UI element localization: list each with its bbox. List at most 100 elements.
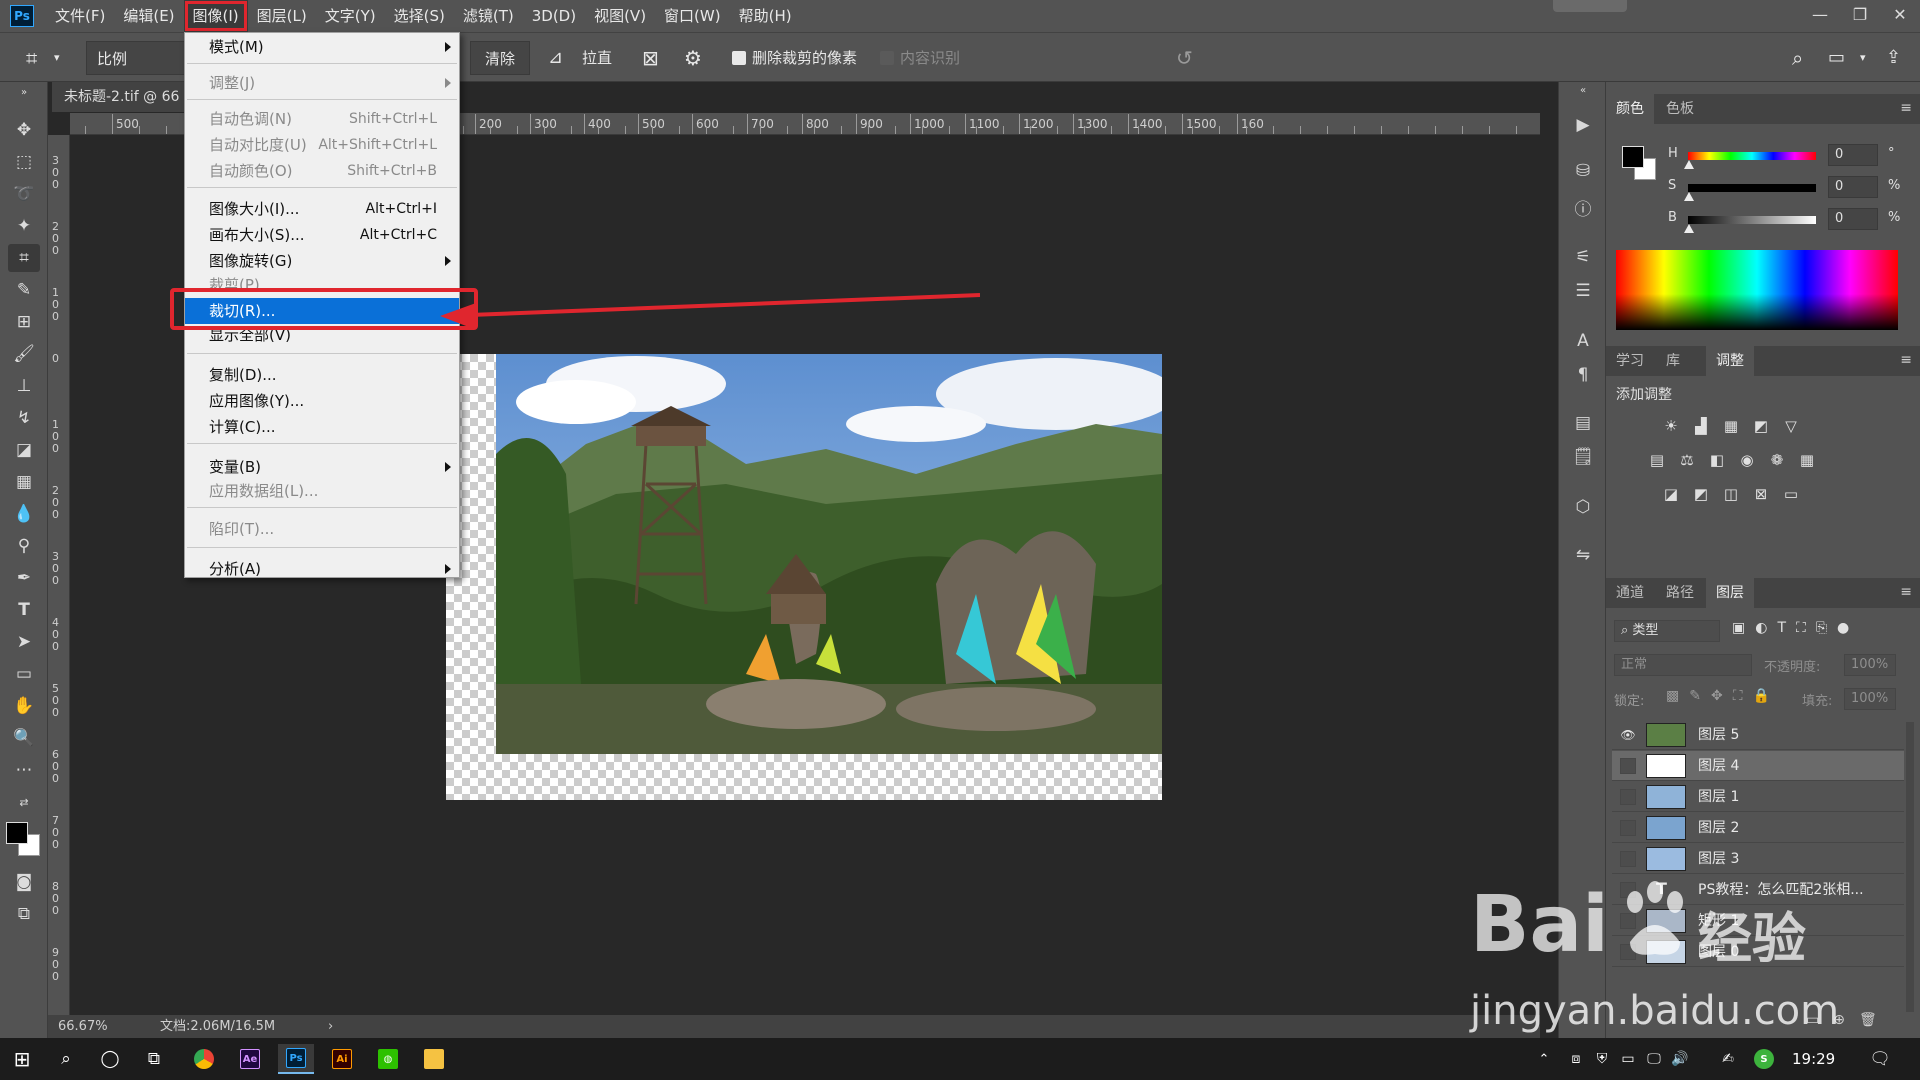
overlay-grid-icon[interactable]: ⊠ <box>642 41 659 75</box>
foreground-color-swatch[interactable] <box>1622 146 1644 168</box>
brush-settings-icon[interactable]: ⚟ <box>1569 244 1597 270</box>
clock[interactable]: 19:29 <box>1792 1038 1835 1080</box>
clear-button[interactable]: 清除 <box>470 41 530 75</box>
volume-icon[interactable]: 🔊 <box>1662 1044 1698 1074</box>
paragraph-icon[interactable]: ¶ <box>1569 362 1597 388</box>
layer-filter-select[interactable]: ⌕ 类型 <box>1614 620 1720 642</box>
exposure-icon[interactable]: ◩ <box>1750 416 1772 436</box>
slider-knob-icon[interactable] <box>1684 160 1694 169</box>
dodge-tool-icon[interactable]: ⚲ <box>8 532 40 560</box>
restore-icon[interactable]: ❐ <box>1840 0 1880 28</box>
menu-item[interactable]: 文件(F) <box>46 0 114 32</box>
visibility-eye-icon[interactable] <box>1620 913 1636 929</box>
saturation-input[interactable]: 0 <box>1828 176 1878 198</box>
color-balance-icon[interactable]: ⚖ <box>1676 450 1698 470</box>
photoshop-logo[interactable]: Ps <box>10 5 34 27</box>
black-white-icon[interactable]: ◧ <box>1706 450 1728 470</box>
eraser-icon[interactable]: ◪ <box>8 436 40 464</box>
workspace-icon[interactable]: ▭ <box>1828 41 1845 75</box>
saturation-slider[interactable]: S 0 % <box>1668 176 1908 201</box>
gradient-tool-icon[interactable]: ▦ <box>8 468 40 496</box>
tab-learn[interactable]: 学习 <box>1606 346 1654 376</box>
shape-filter-icon[interactable]: ⛶ <box>1796 620 1806 636</box>
image-menu-item[interactable]: 复制(D)... <box>185 363 459 387</box>
gradient-map-icon[interactable]: ▭ <box>1780 484 1802 504</box>
tab-paths[interactable]: 路径 <box>1656 578 1704 608</box>
pen-tool-icon[interactable]: ✒ <box>8 564 40 592</box>
filter-toggle-icon[interactable]: ● <box>1837 620 1849 636</box>
landscape-photo-layer[interactable] <box>496 354 1162 754</box>
delete-cropped-checkbox[interactable]: 删除裁剪的像素 <box>732 41 857 75</box>
posterize-icon[interactable]: ◩ <box>1690 484 1712 504</box>
lock-position-icon[interactable]: ✥ <box>1711 688 1723 704</box>
chevron-down-icon[interactable]: ▾ <box>54 41 60 75</box>
image-menu-item[interactable]: 图像旋转(G) <box>185 249 459 273</box>
status-arrow-icon[interactable]: › <box>328 1015 333 1038</box>
visibility-eye-icon[interactable]: 👁 <box>1620 727 1636 743</box>
invert-icon[interactable]: ◪ <box>1660 484 1682 504</box>
properties-icon[interactable]: ☰ <box>1569 278 1597 304</box>
brightness-input[interactable]: 0 <box>1828 208 1878 230</box>
hue-input[interactable]: 0 <box>1828 144 1878 166</box>
frame-tool-icon[interactable]: ⊞ <box>8 308 40 336</box>
color-spectrum[interactable] <box>1616 250 1898 330</box>
layer-row[interactable]: 图层 2 <box>1612 813 1904 843</box>
panel-menu-icon[interactable]: ≡ <box>1900 584 1912 600</box>
layer-row[interactable]: 图层 1 <box>1612 782 1904 812</box>
close-icon[interactable]: ✕ <box>1880 0 1920 28</box>
menu-item[interactable]: 帮助(H) <box>730 0 801 32</box>
levels-icon[interactable]: ▟ <box>1690 416 1712 436</box>
gear-icon[interactable]: ⚙ <box>684 41 702 75</box>
ratio-select[interactable]: 比例 <box>86 41 186 75</box>
play-icon[interactable]: ▶ <box>1569 112 1597 138</box>
marquee-tool-icon[interactable]: ⬚ <box>8 148 40 176</box>
straighten-icon[interactable]: ⊿ <box>548 41 563 75</box>
visibility-eye-icon[interactable] <box>1620 820 1636 836</box>
slider-knob-icon[interactable] <box>1684 224 1694 233</box>
panel-menu-icon[interactable]: ≡ <box>1900 100 1912 116</box>
lock-artboard-icon[interactable]: ⛶ <box>1733 688 1743 704</box>
zoom-tool-icon[interactable]: 🔍 <box>8 724 40 752</box>
image-menu-item[interactable]: 分析(A) <box>185 557 459 581</box>
share-icon[interactable]: ⇪ <box>1886 41 1901 75</box>
menu-item[interactable]: 3D(D) <box>523 0 585 32</box>
path-select-icon[interactable]: ➤ <box>8 628 40 656</box>
slider-knob-icon[interactable] <box>1684 192 1694 201</box>
visibility-eye-icon[interactable] <box>1620 851 1636 867</box>
visibility-eye-icon[interactable] <box>1620 882 1636 898</box>
rectangle-tool-icon[interactable]: ▭ <box>8 660 40 688</box>
lock-all-icon[interactable]: 🔒 <box>1753 688 1770 704</box>
menu-item[interactable]: 图层(L) <box>248 0 316 32</box>
brush-tool-icon[interactable]: 🖌 <box>8 340 40 368</box>
magic-wand-icon[interactable]: ✦ <box>8 212 40 240</box>
channel-mixer-icon[interactable]: ❁ <box>1766 450 1788 470</box>
layer-row[interactable]: 👁 图层 5 <box>1612 720 1904 750</box>
delete-icon[interactable]: 🗑 <box>1859 1012 1877 1028</box>
illustrator-icon[interactable]: Ai <box>324 1044 360 1074</box>
collapse-icon[interactable]: » <box>8 86 40 98</box>
character-icon[interactable]: A <box>1569 328 1597 354</box>
quick-mask-icon[interactable]: ◙ <box>8 868 40 896</box>
task-view-icon[interactable]: ⧉ <box>136 1044 172 1074</box>
menu-item[interactable]: 选择(S) <box>385 0 454 32</box>
layers-scrollbar[interactable] <box>1906 722 1914 1012</box>
hand-tool-icon[interactable]: ✋ <box>8 692 40 720</box>
adjustment-filter-icon[interactable]: ◐ <box>1755 620 1767 636</box>
swap-colors-icon[interactable]: ⇄ <box>8 794 40 810</box>
lock-pixels-icon[interactable]: ✎ <box>1689 688 1701 704</box>
zoom-level[interactable]: 66.67% <box>58 1015 108 1038</box>
history-brush-icon[interactable]: ↯ <box>8 404 40 432</box>
move-tool-icon[interactable]: ✥ <box>8 116 40 144</box>
after-effects-icon[interactable]: Ae <box>232 1044 268 1074</box>
tab-adjustments[interactable]: 调整 <box>1706 346 1754 376</box>
type-filter-icon[interactable]: T <box>1777 620 1786 636</box>
blend-mode-select[interactable]: 正常 <box>1614 654 1752 676</box>
tab-channels[interactable]: 通道 <box>1606 578 1654 608</box>
curves-icon[interactable]: ▦ <box>1720 416 1742 436</box>
panel-menu-icon[interactable]: ≡ <box>1900 352 1912 368</box>
wechat-icon[interactable]: ◍ <box>370 1044 406 1074</box>
search-icon[interactable]: ⌕ <box>48 1044 84 1074</box>
photoshop-taskbar-icon[interactable]: Ps <box>278 1044 314 1074</box>
type-tool-icon[interactable]: T <box>8 596 40 624</box>
file-explorer-icon[interactable] <box>416 1044 452 1074</box>
